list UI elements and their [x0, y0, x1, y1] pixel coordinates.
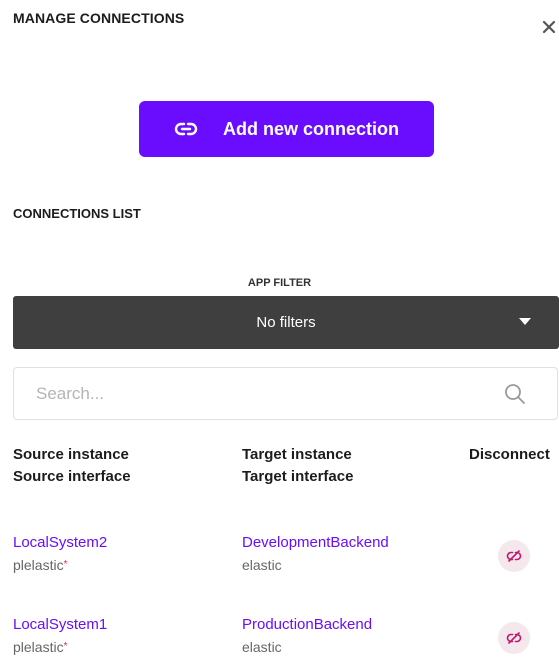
column-header-disconnect: Disconnect	[469, 444, 550, 466]
close-icon[interactable]	[540, 18, 558, 36]
disconnect-button[interactable]	[498, 540, 530, 572]
close-button[interactable]	[540, 18, 558, 36]
column-header-target: Target instance Target interface	[242, 444, 353, 488]
target-instance-link[interactable]: DevelopmentBackend	[242, 532, 389, 554]
add-connection-label: Add new connection	[222, 118, 399, 139]
column-header-source-instance: Source instance	[13, 446, 129, 463]
column-header-target-interface: Target interface	[242, 468, 354, 485]
required-marker: *	[63, 641, 68, 652]
required-marker: *	[63, 559, 68, 570]
column-header-source: Source instance Source interface	[13, 444, 131, 488]
target-interface: elastic	[242, 557, 282, 573]
column-header-disconnect-label: Disconnect	[469, 446, 550, 463]
search-box[interactable]	[13, 367, 558, 420]
target-interface: elastic	[242, 639, 282, 655]
link-icon	[174, 117, 198, 141]
source-instance-link[interactable]: LocalSystem2	[13, 532, 107, 554]
target-instance-link[interactable]: ProductionBackend	[242, 614, 372, 636]
column-header-source-interface: Source interface	[13, 468, 131, 485]
disconnect-button[interactable]	[498, 622, 530, 654]
app-filter-label: APP FILTER	[247, 277, 312, 289]
source-instance-link[interactable]: LocalSystem1	[13, 614, 107, 636]
table-row: LocalSystem2 plelastic* DevelopmentBacke…	[0, 532, 559, 584]
search-icon[interactable]	[503, 382, 527, 406]
source-interface: plelastic	[13, 639, 64, 655]
page-title: MANAGE CONNECTIONS	[13, 10, 185, 26]
unlink-icon	[506, 550, 522, 562]
unlink-icon	[506, 632, 522, 644]
app-filter-dropdown[interactable]: No filters	[13, 296, 559, 349]
caret-down-icon	[519, 318, 531, 325]
source-interface: plelastic	[13, 557, 64, 573]
search-input[interactable]	[36, 368, 476, 419]
connections-list-title: CONNECTIONS LIST	[13, 206, 141, 221]
app-filter-value: No filters	[256, 314, 316, 331]
table-row: LocalSystem1 plelastic* ProductionBacken…	[0, 614, 559, 658]
column-header-target-instance: Target instance	[242, 446, 352, 463]
add-connection-button[interactable]: Add new connection	[139, 101, 434, 157]
